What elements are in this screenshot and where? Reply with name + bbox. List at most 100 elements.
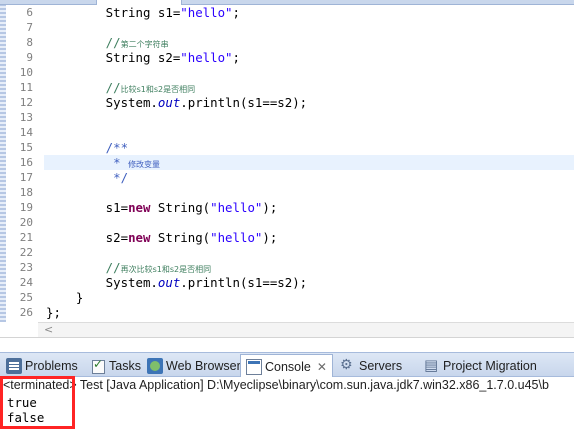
code-token: System. — [46, 275, 158, 290]
code-token: System. — [46, 95, 158, 110]
horizontal-scrollbar[interactable]: < — [38, 322, 574, 337]
code-token: String( — [150, 200, 211, 215]
code-token: "hello" — [210, 200, 263, 215]
line-number: 11 — [19, 81, 33, 94]
code-token: // — [46, 260, 121, 275]
line-number: 10 — [19, 66, 33, 79]
console-output-line: false — [7, 410, 45, 425]
code-token: } — [46, 290, 84, 305]
code-token: ; — [232, 5, 240, 20]
line-number: 22 — [19, 246, 33, 259]
line-number-gutter: 6 7 8 9 10 11 12 13 14 15 16 17 18 19 20 21 22 23 24 25 26 — [11, 5, 38, 322]
code-line: } — [46, 290, 83, 305]
code-token: s1= — [46, 200, 129, 215]
servers-icon — [340, 357, 356, 374]
line-number: 14 — [19, 126, 33, 139]
tab-tasks[interactable]: Tasks — [90, 355, 141, 376]
line-number: 15 — [19, 141, 33, 154]
code-line: * 修改变量 — [46, 155, 160, 170]
code-token: // — [46, 35, 121, 50]
tab-problems[interactable]: Problems — [6, 355, 78, 376]
tab-servers[interactable]: Servers — [340, 355, 402, 376]
code-token: new — [128, 200, 151, 215]
line-number: 25 — [19, 291, 33, 304]
code-token: 比较s1和s2是否相同 — [120, 85, 196, 94]
project-migration-icon — [424, 356, 440, 374]
scroll-left-icon[interactable]: < — [44, 323, 53, 337]
code-token: out — [157, 95, 181, 110]
code-token: String s1= — [46, 5, 181, 20]
line-number: 17 — [19, 171, 33, 184]
tab-label: Tasks — [109, 358, 141, 373]
line-number: 16 — [19, 156, 33, 169]
line-number: 23 — [19, 261, 33, 274]
problems-icon — [6, 357, 22, 374]
view-tab-bar: Problems Tasks Web Browser Console ✕ Servers P… — [0, 352, 574, 378]
line-number: 21 — [19, 231, 33, 244]
tab-label: Web Browser — [166, 358, 241, 373]
code-token: "hello" — [180, 5, 233, 20]
console-icon — [246, 358, 262, 375]
tab-console[interactable]: Console ✕ — [240, 354, 333, 378]
tab-label: Console — [265, 359, 311, 374]
code-token: ); — [262, 200, 278, 215]
line-number: 18 — [19, 186, 33, 199]
code-token: 再次比较s1和s2是否相同 — [120, 265, 212, 274]
code-token: /** — [46, 140, 129, 155]
code-line: //第二个字符串 — [46, 35, 169, 50]
code-line: */ — [46, 170, 128, 185]
line-number: 12 — [19, 96, 33, 109]
code-token: .println(s1==s2); — [180, 95, 308, 110]
code-area[interactable]: String s1="hello"; //第二个字符串 String s2="h… — [38, 5, 574, 322]
console-header: <terminated> Test [Java Application] D:\… — [0, 377, 574, 394]
line-number: 7 — [26, 21, 33, 34]
line-number: 9 — [26, 51, 33, 64]
line-number: 13 — [19, 111, 33, 124]
code-token: new — [128, 230, 151, 245]
scroll-corner — [0, 322, 38, 337]
code-token: .println(s1==s2); — [180, 275, 308, 290]
tab-label: Project Migration — [443, 358, 537, 373]
code-line: System.out.println(s1==s2); — [46, 275, 307, 290]
code-token: 修改变量 — [128, 160, 161, 169]
line-number: 26 — [19, 306, 33, 319]
java-editor[interactable]: 6 7 8 9 10 11 12 13 14 15 16 17 18 19 20 21 22 23 24 25 26 S… — [0, 5, 574, 337]
code-token: */ — [46, 170, 129, 185]
code-line: //比较s1和s2是否相同 — [46, 80, 195, 95]
console-output-line: true — [7, 395, 37, 410]
code-token: ; — [53, 305, 61, 320]
tab-label: Servers — [359, 358, 403, 373]
code-line: }; — [46, 305, 61, 320]
line-number: 24 — [19, 276, 33, 289]
line-number: 6 — [26, 6, 33, 19]
code-line: s1=new String("hello"); — [46, 200, 278, 215]
tab-label: Problems — [25, 358, 78, 373]
line-number: 19 — [19, 201, 33, 214]
code-token: ); — [262, 230, 278, 245]
code-line: s2=new String("hello"); — [46, 230, 278, 245]
code-token: 第二个字符串 — [120, 40, 169, 49]
code-line: /** — [46, 140, 128, 155]
web-browser-icon — [147, 357, 163, 374]
code-token: * — [46, 155, 129, 170]
code-token: String s2= — [46, 50, 181, 65]
line-number: 8 — [26, 36, 33, 49]
code-token: String( — [150, 230, 211, 245]
tab-web-browser[interactable]: Web Browser — [147, 355, 241, 376]
console-output[interactable]: true false — [0, 394, 574, 429]
code-token: s2= — [46, 230, 129, 245]
code-token: "hello" — [210, 230, 263, 245]
code-line: String s1="hello"; — [46, 5, 240, 20]
code-line: System.out.println(s1==s2); — [46, 95, 307, 110]
code-token: out — [157, 275, 181, 290]
code-line: //再次比较s1和s2是否相同 — [46, 260, 211, 275]
view-sash[interactable] — [0, 337, 574, 352]
code-token: // — [46, 80, 121, 95]
code-line: String s2="hello"; — [46, 50, 240, 65]
tasks-icon — [90, 357, 106, 374]
code-token: ; — [232, 50, 240, 65]
tab-project-migration[interactable]: Project Migration — [424, 355, 537, 376]
close-icon[interactable]: ✕ — [317, 360, 327, 374]
code-token: "hello" — [180, 50, 233, 65]
line-number: 20 — [19, 216, 33, 229]
